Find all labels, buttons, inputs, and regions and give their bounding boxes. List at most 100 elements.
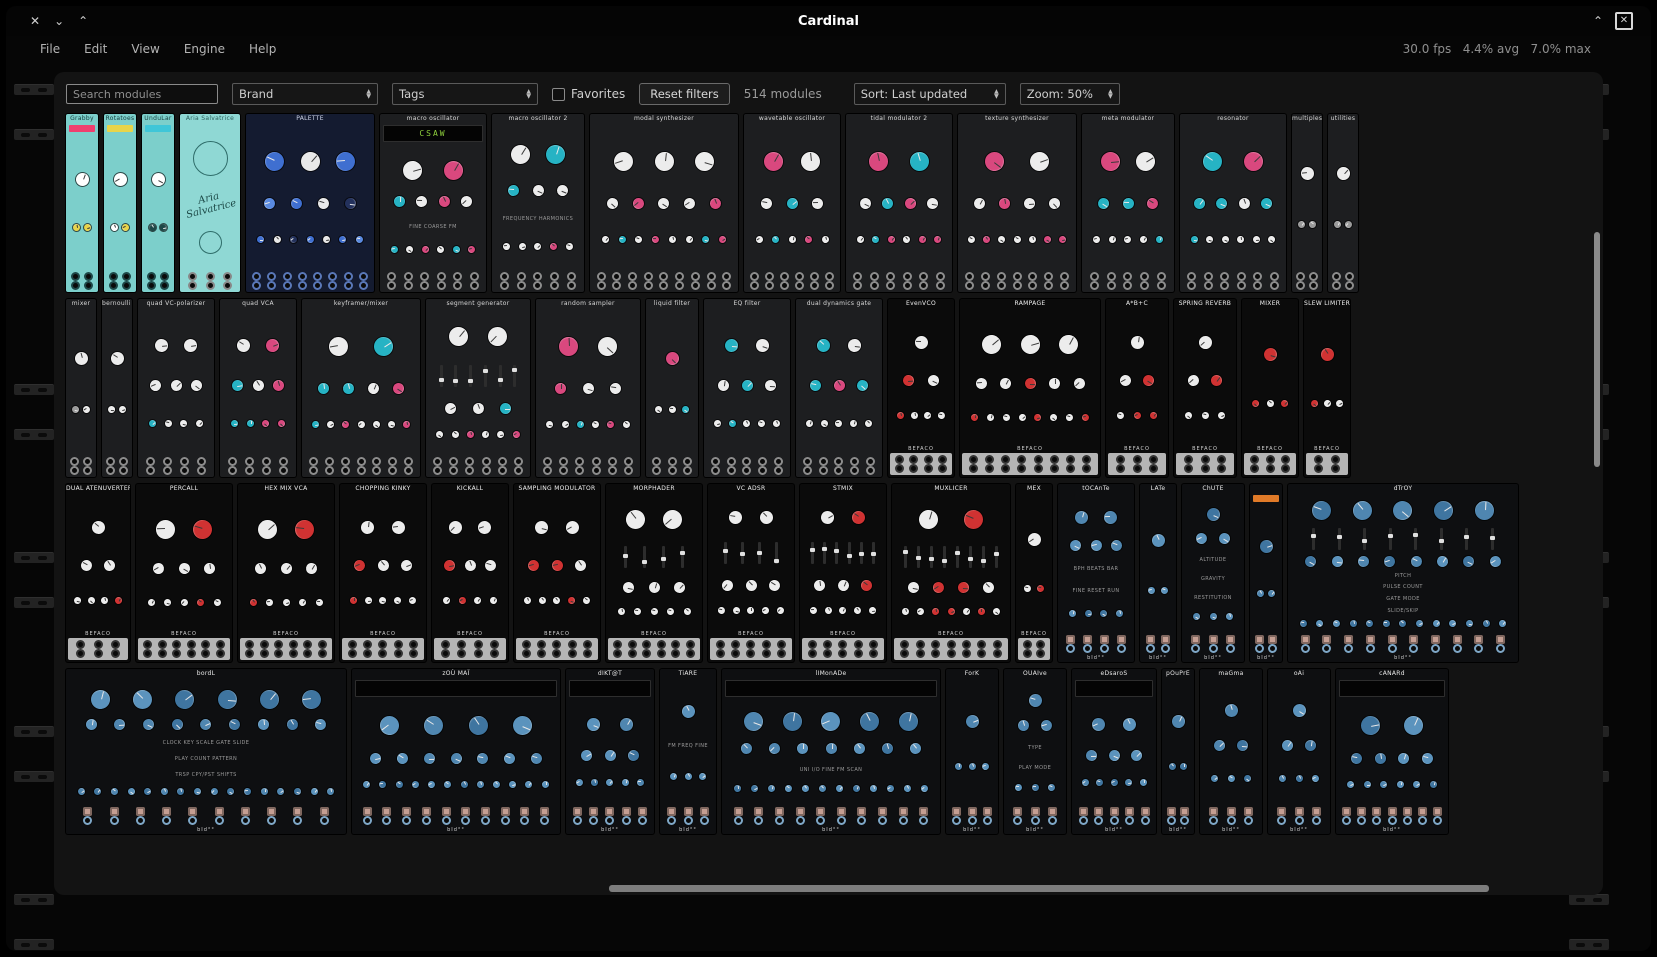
chevron-down-icon[interactable]: ⌄ [54, 15, 64, 27]
knob [656, 196, 671, 211]
module-card[interactable]: segment generator [426, 299, 530, 477]
module-card[interactable]: RAMPAGEBEFACO [960, 299, 1100, 477]
module-card[interactable]: oAibId°° [1268, 669, 1330, 834]
module-card[interactable]: Grabby [66, 114, 98, 292]
module-name [1250, 484, 1282, 494]
jack [433, 457, 442, 466]
knob [931, 580, 946, 595]
module-card[interactable]: SAMPLING MODULATORBEFACO [514, 484, 600, 662]
search-input[interactable] [66, 84, 218, 104]
jack [1345, 272, 1354, 281]
module-card[interactable]: DUAL ATENUVERTERBEFACO [66, 484, 130, 662]
horizontal-scrollbar[interactable] [609, 885, 1489, 892]
module-card[interactable]: keyframer/mixer [302, 299, 420, 477]
module-card[interactable]: ForKbId°° [946, 669, 998, 834]
reset-filters-button[interactable]: Reset filters [639, 83, 730, 105]
knob [89, 518, 107, 536]
close-icon[interactable]: ✕ [30, 15, 40, 27]
module-card[interactable]: multiples [1292, 114, 1322, 292]
module-card[interactable]: quad VCA [220, 299, 296, 477]
menu-item-file[interactable]: File [28, 39, 72, 59]
module-card[interactable]: modal synthesizer [590, 114, 738, 292]
module-card[interactable]: SLEW LIMITERBEFACO [1304, 299, 1350, 477]
jack [870, 281, 879, 290]
module-card[interactable]: PERCALLBEFACO [136, 484, 232, 662]
jack [675, 272, 684, 281]
module-card[interactable]: OUAIveTYPEPLAY MODEbId°° [1004, 669, 1066, 834]
knob [1215, 196, 1229, 210]
module-card[interactable]: liquid filter [646, 299, 698, 477]
module-card[interactable]: resonator [1180, 114, 1286, 292]
knob [247, 419, 254, 426]
module-card[interactable]: maGmabId°° [1200, 669, 1262, 834]
module-card[interactable]: random sampler [536, 299, 640, 477]
module-card[interactable]: tidal modulator 2 [846, 114, 952, 292]
chevron-up-icon[interactable]: ⌃ [78, 15, 88, 27]
menu-item-edit[interactable]: Edit [72, 39, 119, 59]
module-card[interactable]: SPRING REVERBBEFACO [1174, 299, 1236, 477]
jack-pad [481, 807, 490, 816]
brand-select[interactable]: Brand ▲▼ [232, 83, 378, 105]
module-card[interactable]: dTrOYPITCHPULSE COUNTGATE MODESLIDE/SKIP… [1288, 484, 1518, 662]
module-card[interactable]: KICKALLBEFACO [432, 484, 508, 662]
module-card[interactable]: TiAREFM FREQ FINEbId°° [660, 669, 716, 834]
menubar: FileEditViewEngineHelp 30.0 fps 4.4% avg… [6, 36, 1651, 62]
module-card[interactable]: UnduLar [142, 114, 174, 292]
module-card[interactable]: MEXBEFACO [1016, 484, 1052, 662]
module-card[interactable]: EvenVCOBEFACO [888, 299, 954, 477]
module-card[interactable]: lIMonADeUNI I/O FINE FM SCANbId°° [722, 669, 940, 834]
module-card[interactable]: MUXLICERBEFACO [892, 484, 1010, 662]
module-card[interactable]: HEX MIX VCABEFACO [238, 484, 334, 662]
module-card[interactable]: zOÙ MAÏbId°° [352, 669, 560, 834]
module-card[interactable]: Aria SalvatriceAria Salvatrice [180, 114, 240, 292]
menu-item-help[interactable]: Help [237, 39, 288, 59]
pin-icon[interactable]: ⌃ [1593, 15, 1603, 27]
sort-select[interactable]: Sort: Last updated ▲▼ [854, 83, 1006, 105]
module-card[interactable]: LATebId°° [1140, 484, 1176, 662]
favorites-checkbox[interactable] [552, 88, 565, 101]
vertical-scrollbar[interactable] [1594, 232, 1600, 467]
module-card[interactable]: meta modulator [1082, 114, 1174, 292]
tags-select[interactable]: Tags ▲▼ [392, 83, 538, 105]
knob [1435, 554, 1450, 569]
knob [1155, 235, 1164, 244]
module-card[interactable]: dual dynamics gate [796, 299, 882, 477]
module-card[interactable]: CHOPPING KINKYBEFACO [340, 484, 426, 662]
menu-item-view[interactable]: View [119, 39, 171, 59]
module-card[interactable]: quad VC-polarizer [138, 299, 214, 477]
knob [530, 751, 544, 765]
module-card[interactable]: VC ADSRBEFACO [708, 484, 794, 662]
module-card[interactable]: bId°° [1250, 484, 1282, 662]
knob [1027, 149, 1051, 173]
knob [1180, 763, 1187, 770]
module-name: maGma [1200, 669, 1262, 679]
module-card[interactable]: eDsaroSbId°° [1072, 669, 1156, 834]
module-card[interactable]: cANARdbId°° [1336, 669, 1448, 834]
module-card[interactable]: ChUTEALTITUDEGRAVITYRESTITUTIONbId°° [1182, 484, 1244, 662]
module-card[interactable]: bernoulli gate [102, 299, 132, 477]
module-card[interactable]: tOCAnTeBPH BEATS BARFINE RESET RUNbId°° [1058, 484, 1134, 662]
menu-item-engine[interactable]: Engine [172, 39, 237, 59]
module-card[interactable]: utilities [1328, 114, 1358, 292]
module-card[interactable]: wavetable oscillator [744, 114, 840, 292]
module-card[interactable]: macro oscillator 2FREQUENCY HARMONICS [492, 114, 584, 292]
module-card[interactable]: MORPHADERBEFACO [606, 484, 702, 662]
module-card[interactable]: texture synthesizer [958, 114, 1076, 292]
module-card[interactable]: macro oscillatorCSAWFINE COARSE FM [380, 114, 486, 292]
module-card[interactable]: bordLCLOCK KEY SCALE GATE SLIDEPLAY COUN… [66, 669, 346, 834]
module-card[interactable]: EQ filter [704, 299, 790, 477]
module-card[interactable]: pOuPrEbId°° [1162, 669, 1194, 834]
module-card[interactable]: STMIXBEFACO [800, 484, 886, 662]
module-card[interactable]: Rotatoes [104, 114, 136, 292]
jack [363, 649, 372, 658]
module-card[interactable]: MIXERBEFACO [1242, 299, 1298, 477]
knob [1049, 412, 1059, 422]
jack [1060, 272, 1069, 281]
module-card[interactable]: dIKT@TbId°° [566, 669, 654, 834]
module-card[interactable]: mixer [66, 299, 96, 477]
module-card[interactable]: PALETTE [246, 114, 374, 292]
knob [387, 420, 395, 428]
module-card[interactable]: A*B+CBEFACO [1106, 299, 1168, 477]
knob [1139, 779, 1146, 786]
zoom-select[interactable]: Zoom: 50% ▲▼ [1020, 83, 1120, 105]
